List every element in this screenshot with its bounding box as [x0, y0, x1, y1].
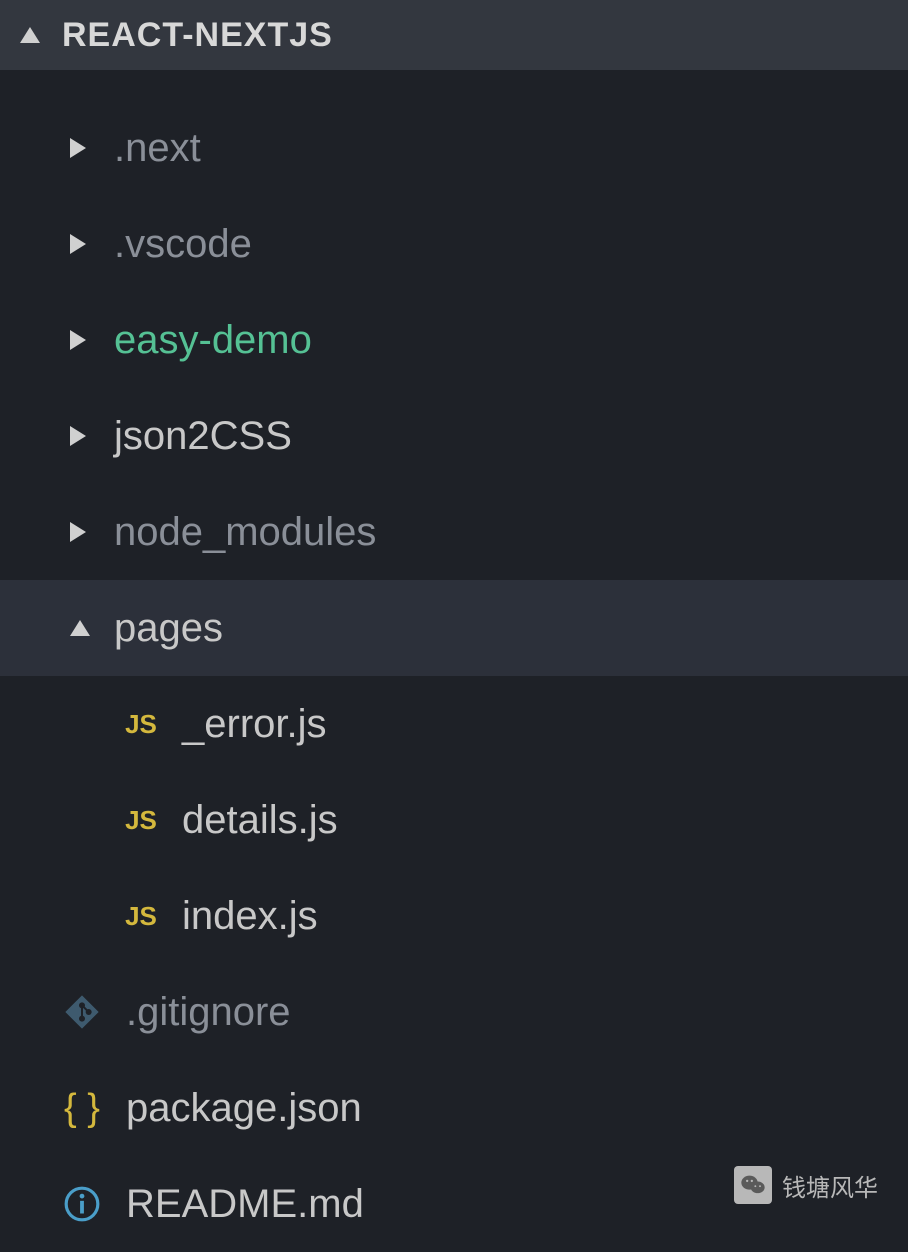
- file-tree: .next .vscode easy-demo json2CSS node_mo…: [0, 70, 908, 1252]
- file-gitignore[interactable]: .gitignore: [0, 964, 908, 1060]
- file-error-js[interactable]: JS _error.js: [0, 676, 908, 772]
- folder-next[interactable]: .next: [0, 100, 908, 196]
- wechat-icon: [734, 1166, 772, 1204]
- file-label: .gitignore: [126, 990, 291, 1035]
- folder-vscode[interactable]: .vscode: [0, 196, 908, 292]
- folder-json2css[interactable]: json2CSS: [0, 388, 908, 484]
- file-label: README.md: [126, 1182, 364, 1227]
- file-label: package.json: [126, 1086, 362, 1131]
- folder-node-modules[interactable]: node_modules: [0, 484, 908, 580]
- explorer-header[interactable]: REACT-NEXTJS: [0, 0, 908, 70]
- js-icon: JS: [118, 709, 164, 740]
- folder-label: json2CSS: [114, 414, 292, 459]
- chevron-right-icon: [70, 234, 86, 254]
- info-icon: [62, 1184, 102, 1224]
- folder-label: .vscode: [114, 222, 252, 267]
- chevron-down-icon: [20, 27, 40, 43]
- file-details-js[interactable]: JS details.js: [0, 772, 908, 868]
- project-name: REACT-NEXTJS: [62, 16, 333, 55]
- js-icon: JS: [118, 805, 164, 836]
- folder-pages[interactable]: pages: [0, 580, 908, 676]
- chevron-right-icon: [70, 426, 86, 446]
- chevron-right-icon: [70, 330, 86, 350]
- file-label: _error.js: [182, 702, 327, 747]
- chevron-down-icon: [70, 620, 90, 636]
- file-label: index.js: [182, 894, 318, 939]
- chevron-right-icon: [70, 522, 86, 542]
- folder-label: .next: [114, 126, 201, 171]
- watermark-text: 钱塘风华: [782, 1168, 878, 1203]
- json-icon: { }: [62, 1087, 102, 1130]
- folder-label: easy-demo: [114, 318, 312, 363]
- file-index-js[interactable]: JS index.js: [0, 868, 908, 964]
- git-icon: [62, 992, 102, 1032]
- js-icon: JS: [118, 901, 164, 932]
- folder-label: node_modules: [114, 510, 376, 555]
- folder-easy-demo[interactable]: easy-demo: [0, 292, 908, 388]
- watermark: 钱塘风华: [734, 1166, 878, 1204]
- folder-label: pages: [114, 606, 223, 651]
- file-label: details.js: [182, 798, 338, 843]
- file-package-json[interactable]: { } package.json: [0, 1060, 908, 1156]
- chevron-right-icon: [70, 138, 86, 158]
